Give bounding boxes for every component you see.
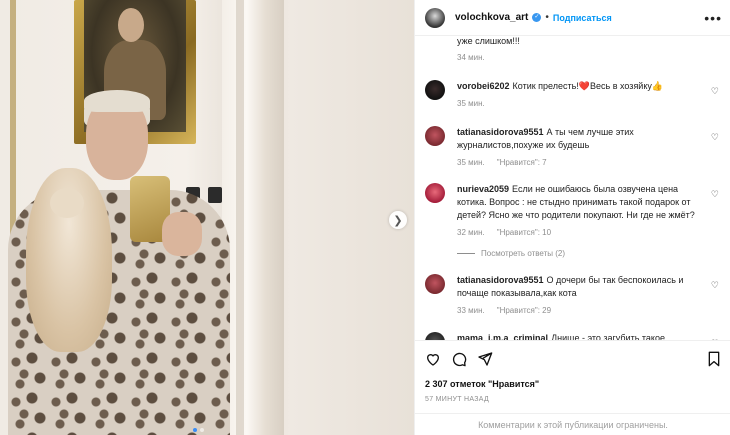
replies-label: Посмотреть ответы (2): [481, 249, 566, 258]
comment-time: 35 мин.: [457, 99, 485, 108]
carousel-dot: [193, 428, 197, 432]
carousel-dots: [193, 428, 204, 432]
heart-icon[interactable]: ♡: [711, 189, 719, 200]
chevron-right-icon: ❯: [393, 214, 403, 227]
separator: •: [545, 12, 549, 23]
heart-icon[interactable]: ♡: [711, 86, 719, 97]
comment-username[interactable]: tatianasidorova9551: [457, 127, 544, 137]
comment-time: 35 мин.: [457, 158, 485, 167]
comment-time: 32 мин.: [457, 228, 485, 237]
wall-switch: [208, 187, 222, 203]
door-frame: [222, 0, 284, 435]
follow-button[interactable]: Подписаться: [553, 13, 612, 23]
avatar[interactable]: [425, 126, 445, 146]
post-modal: ❯ volochkova_art ✓ • Подписаться ••• уже…: [0, 0, 730, 435]
avatar[interactable]: [425, 183, 445, 203]
comment-username[interactable]: vorobei6202: [457, 81, 510, 91]
verified-icon: ✓: [532, 13, 542, 22]
door-frame-inner: [236, 0, 244, 435]
replies-line: [457, 253, 475, 254]
caption-fragment: уже слишком!!!: [457, 36, 520, 46]
heart-icon[interactable]: ♡: [711, 132, 719, 143]
post-time[interactable]: 57 МИНУТ НАЗАД: [425, 396, 489, 403]
comment-likes[interactable]: "Нравится": 7: [497, 158, 547, 167]
comment: nurieva2059 Если не ошибаюсь была озвучен…: [425, 183, 725, 237]
avatar[interactable]: [425, 80, 445, 100]
heart-icon[interactable]: ♡: [711, 280, 719, 291]
cat-face: [50, 188, 84, 218]
comment-username[interactable]: nurieva2059: [457, 184, 509, 194]
post-photo[interactable]: ❯: [0, 0, 414, 435]
view-replies-button[interactable]: Посмотреть ответы (2): [457, 249, 565, 258]
comment-time: 33 мин.: [457, 306, 485, 315]
comments-limited-notice: Комментарии к этой публикации ограничены…: [415, 413, 730, 435]
heart-icon[interactable]: [425, 351, 441, 367]
comment: tatianasidorova9551 А ты чем лучше этих ж…: [425, 126, 725, 167]
carousel-dot: [200, 428, 204, 432]
painting-face: [118, 8, 144, 42]
hand: [162, 212, 202, 256]
share-icon[interactable]: [477, 351, 493, 367]
more-icon[interactable]: •••: [704, 10, 722, 26]
comment: vorobei6202 Котик прелесть!❤️Весь в хозяй…: [425, 80, 725, 108]
comment-username[interactable]: tatianasidorova9551: [457, 275, 544, 285]
comment-icon[interactable]: [451, 351, 467, 367]
comment-text: Котик прелесть!❤️Весь в хозяйку👍: [512, 81, 664, 91]
post-header: volochkova_art ✓ • Подписаться •••: [415, 0, 730, 36]
action-icons: [425, 351, 493, 367]
avatar[interactable]: [425, 274, 445, 294]
next-photo-button[interactable]: ❯: [389, 211, 407, 229]
comment: tatianasidorova9551 О дочери бы так беспо…: [425, 274, 725, 315]
bookmark-icon[interactable]: [707, 351, 721, 367]
likes-count[interactable]: 2 307 отметок "Нравится": [425, 379, 539, 389]
comment-likes[interactable]: "Нравится": 29: [497, 306, 551, 315]
post-username[interactable]: volochkova_art: [455, 12, 528, 23]
comments-panel: volochkova_art ✓ • Подписаться ••• уже с…: [414, 0, 730, 435]
post-actions: 2 307 отметок "Нравится" 57 МИНУТ НАЗАД …: [415, 340, 730, 435]
avatar[interactable]: [425, 7, 445, 28]
caption-time: 34 мин.: [457, 53, 485, 62]
hair-top: [84, 90, 150, 112]
comment-likes[interactable]: "Нравится": 10: [497, 228, 551, 237]
